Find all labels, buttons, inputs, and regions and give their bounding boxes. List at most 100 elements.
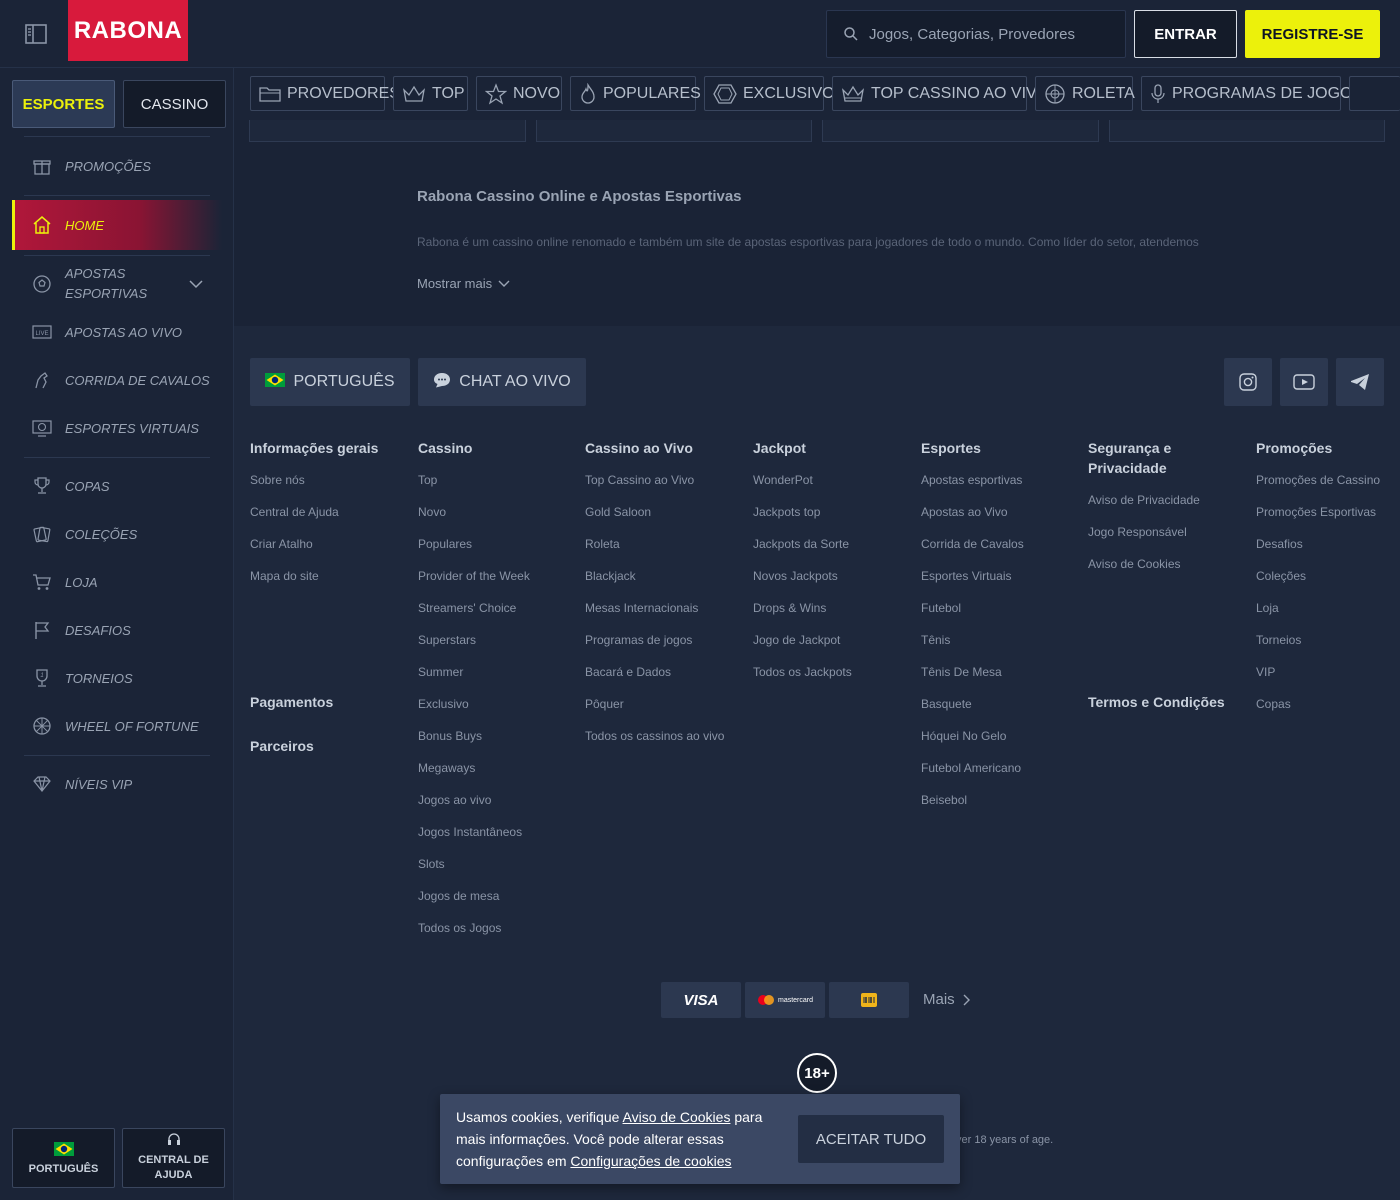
footer-link[interactable]: Pôquer — [585, 694, 745, 726]
sidebar-item-apostas-esportivas[interactable]: APOSTAS ESPORTIVAS — [12, 264, 222, 304]
boleto-logo[interactable] — [829, 982, 909, 1018]
footer-link[interactable]: Promoções de Cassino — [1256, 470, 1396, 502]
footer-link[interactable]: Bonus Buys — [418, 726, 578, 758]
footer-payments-heading[interactable]: Pagamentos — [250, 694, 333, 710]
category-novo[interactable]: NOVO — [476, 76, 562, 111]
footer-link[interactable]: Novos Jackpots — [753, 566, 913, 598]
sidebar-toggle-icon[interactable] — [24, 22, 48, 46]
live-chat-button[interactable]: CHAT AO VIVO — [418, 358, 586, 406]
sidebar-item-niveis-vip[interactable]: NÍVEIS VIP — [12, 764, 222, 804]
sidebar-item-promocoes[interactable]: PROMOÇÕES — [12, 146, 222, 186]
footer-language-button[interactable]: PORTUGUÊS — [250, 358, 410, 406]
footer-link[interactable]: Hóquei No Gelo — [921, 726, 1081, 758]
sidebar-item-apostas-ao-vivo[interactable]: LIVE APOSTAS AO VIVO — [12, 312, 222, 352]
footer-link[interactable]: Jogo Responsável — [1088, 522, 1228, 554]
footer-link[interactable]: Todos os Jogos — [418, 918, 578, 950]
tab-sports[interactable]: ESPORTES — [12, 80, 115, 128]
show-more-button[interactable]: Mostrar mais — [417, 276, 510, 291]
more-payments-link[interactable]: Mais — [923, 991, 971, 1008]
search-box[interactable]: Jogos, Categorias, Provedores — [826, 10, 1126, 58]
footer-link[interactable]: Jogos de mesa — [418, 886, 578, 918]
sidebar-item-wheel-of-fortune[interactable]: WHEEL OF FORTUNE — [12, 706, 222, 746]
sidebar-item-corrida-de-cavalos[interactable]: CORRIDA DE CAVALOS — [12, 360, 222, 400]
footer-link[interactable]: Todos os Jackpots — [753, 662, 913, 694]
category-roleta[interactable]: ROLETA — [1035, 76, 1135, 111]
sidebar-item-copas[interactable]: COPAS — [12, 466, 222, 506]
footer-link[interactable]: Bacará e Dados — [585, 662, 745, 694]
sidebar-item-desafios[interactable]: DESAFIOS — [12, 610, 222, 650]
footer-link[interactable]: Populares — [418, 534, 578, 566]
footer-link[interactable]: Central de Ajuda — [250, 502, 410, 534]
footer-link[interactable]: Jackpots da Sorte — [753, 534, 913, 566]
footer-link[interactable]: Jackpots top — [753, 502, 913, 534]
language-button[interactable]: PORTUGUÊS — [12, 1128, 115, 1188]
footer-link[interactable]: Aviso de Privacidade — [1088, 490, 1228, 522]
category-populares[interactable]: POPULARES — [570, 76, 701, 111]
category-exclusivo[interactable]: EXCLUSIVO — [704, 76, 835, 111]
sidebar-item-esportes-virtuais[interactable]: ESPORTES VIRTUAIS — [12, 408, 222, 448]
footer-link[interactable]: Jogo de Jackpot — [753, 630, 913, 662]
category-top-cassino-ao-vivo[interactable]: TOP CASSINO AO VIVO — [832, 76, 1049, 111]
footer-link[interactable]: Tênis De Mesa — [921, 662, 1081, 694]
footer-link[interactable]: Corrida de Cavalos — [921, 534, 1081, 566]
footer-link[interactable]: Copas — [1256, 694, 1396, 726]
chevron-down-icon[interactable] — [189, 277, 203, 292]
category-overflow[interactable] — [1349, 76, 1400, 111]
footer-link[interactable]: Coleções — [1256, 566, 1396, 598]
footer-link[interactable]: Top Cassino ao Vivo — [585, 470, 745, 502]
footer-link[interactable]: Esportes Virtuais — [921, 566, 1081, 598]
footer-link[interactable]: VIP — [1256, 662, 1396, 694]
footer-terms-heading[interactable]: Termos e Condições — [1088, 694, 1225, 710]
footer-link[interactable]: Desafios — [1256, 534, 1396, 566]
mastercard-logo[interactable]: mastercard — [745, 982, 825, 1018]
footer-link[interactable]: WonderPot — [753, 470, 913, 502]
category-provedores[interactable]: PROVEDORES — [250, 76, 400, 111]
footer-link[interactable]: Torneios — [1256, 630, 1396, 662]
footer-link[interactable]: Mapa do site — [250, 566, 410, 598]
footer-link[interactable]: Gold Saloon — [585, 502, 745, 534]
footer-link[interactable]: Summer — [418, 662, 578, 694]
login-button[interactable]: ENTRAR — [1134, 10, 1237, 58]
register-button[interactable]: REGISTRE-SE — [1245, 10, 1380, 58]
footer-link[interactable]: Tênis — [921, 630, 1081, 662]
accept-all-cookies-button[interactable]: ACEITAR TUDO — [798, 1115, 944, 1163]
footer-link[interactable]: Futebol — [921, 598, 1081, 630]
footer-link[interactable]: Exclusivo — [418, 694, 578, 726]
footer-link[interactable]: Novo — [418, 502, 578, 534]
footer-link[interactable]: Superstars — [418, 630, 578, 662]
visa-logo[interactable]: VISA — [661, 982, 741, 1018]
telegram-icon[interactable] — [1336, 358, 1384, 406]
footer-link[interactable]: Drops & Wins — [753, 598, 913, 630]
game-card[interactable] — [536, 120, 812, 142]
footer-link[interactable]: Top — [418, 470, 578, 502]
category-top[interactable]: TOP — [393, 76, 468, 111]
footer-link[interactable]: Roleta — [585, 534, 745, 566]
game-card[interactable] — [249, 120, 526, 142]
search-placeholder[interactable]: Jogos, Categorias, Provedores — [869, 26, 1075, 43]
footer-link[interactable]: Todos os cassinos ao vivo — [585, 726, 745, 758]
footer-link[interactable]: Programas de jogos — [585, 630, 745, 662]
instagram-icon[interactable] — [1224, 358, 1272, 406]
footer-link[interactable]: Megaways — [418, 758, 578, 790]
sidebar-item-colecoes[interactable]: COLEÇÕES — [12, 514, 222, 554]
sidebar-item-loja[interactable]: LOJA — [12, 562, 222, 602]
cookie-settings-link[interactable]: Configurações de cookies — [570, 1153, 731, 1169]
game-card[interactable] — [822, 120, 1099, 142]
footer-link[interactable]: Promoções Esportivas — [1256, 502, 1396, 534]
footer-link[interactable]: Futebol Americano — [921, 758, 1081, 790]
footer-link[interactable]: Provider of the Week — [418, 566, 578, 598]
game-card[interactable] — [1109, 120, 1385, 142]
footer-link[interactable]: Criar Atalho — [250, 534, 410, 566]
rabona-logo[interactable]: RABONA — [68, 0, 188, 61]
help-center-button[interactable]: CENTRAL DE AJUDA — [122, 1128, 225, 1188]
footer-link[interactable]: Streamers' Choice — [418, 598, 578, 630]
cookie-notice-link[interactable]: Aviso de Cookies — [623, 1109, 731, 1125]
footer-link[interactable]: Aviso de Cookies — [1088, 554, 1228, 586]
footer-link[interactable]: Apostas esportivas — [921, 470, 1081, 502]
footer-link[interactable]: Jogos ao vivo — [418, 790, 578, 822]
sidebar-item-torneios[interactable]: 1 TORNEIOS — [12, 658, 222, 698]
footer-link[interactable]: Mesas Internacionais — [585, 598, 745, 630]
footer-link[interactable]: Beisebol — [921, 790, 1081, 822]
footer-link[interactable]: Blackjack — [585, 566, 745, 598]
footer-link[interactable]: Sobre nós — [250, 470, 410, 502]
